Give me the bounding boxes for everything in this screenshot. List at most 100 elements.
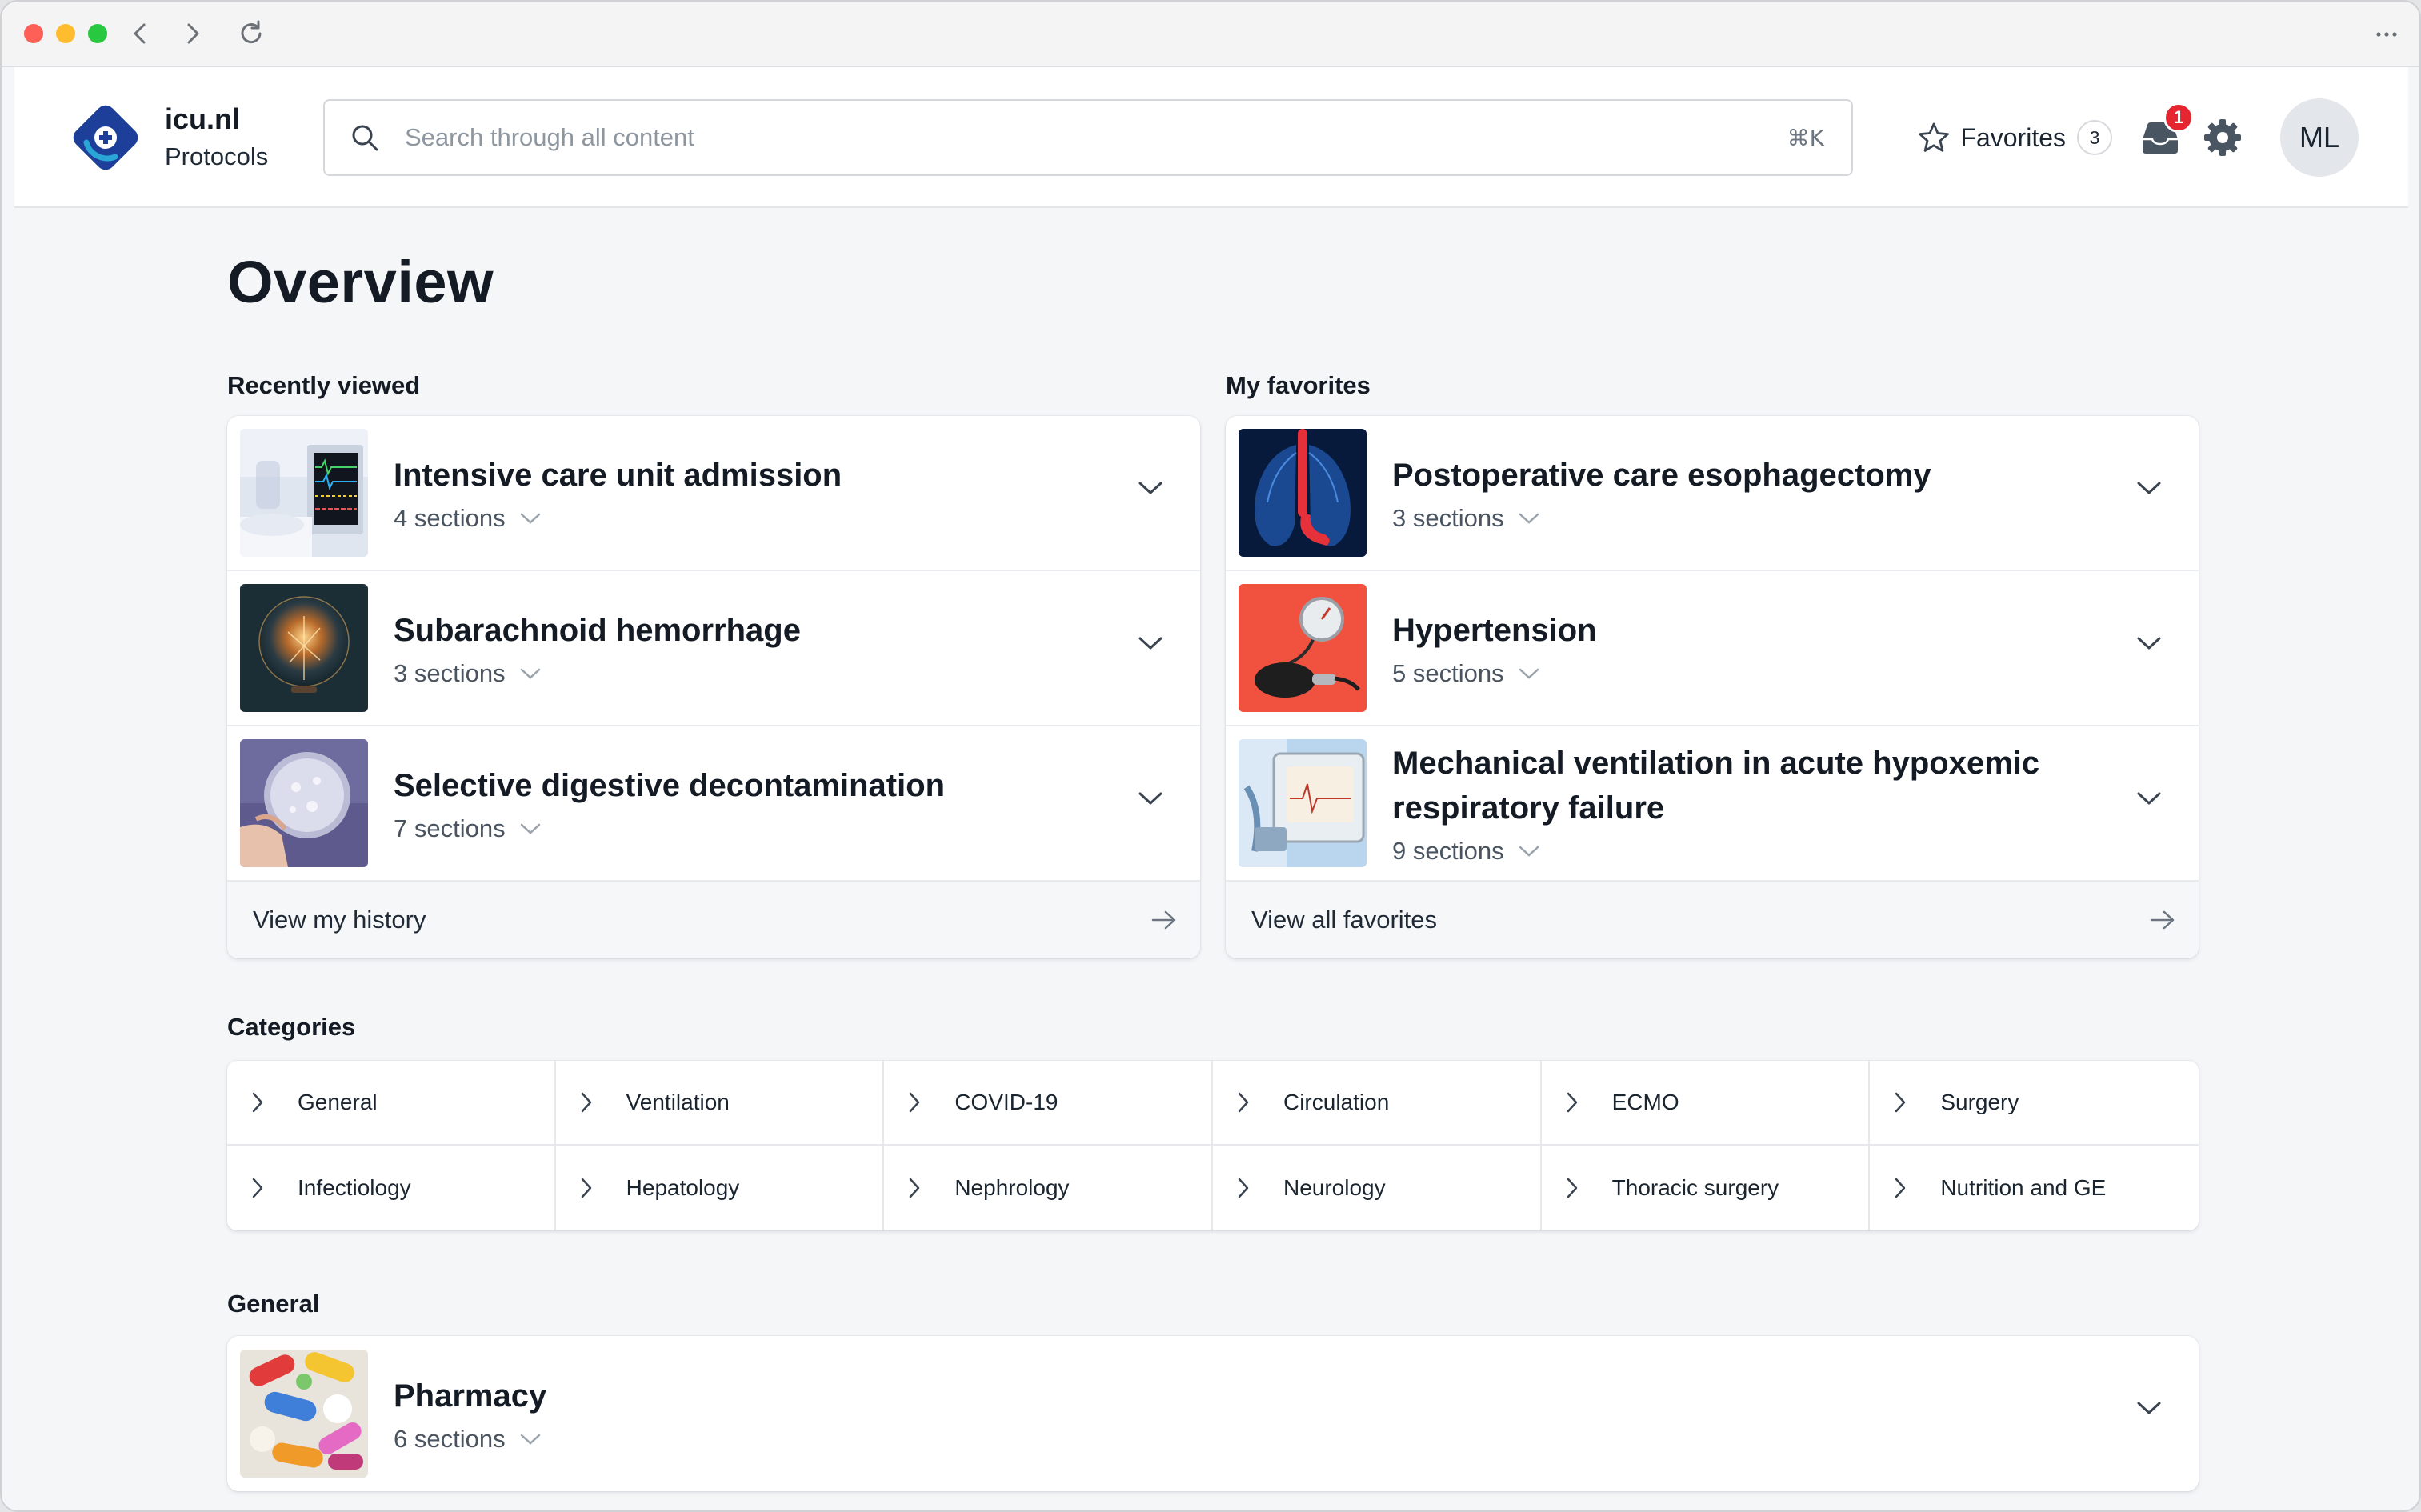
protocol-sections[interactable]: 3 sections <box>394 659 801 688</box>
chevron-down-icon <box>1519 513 1539 524</box>
favorites-count-badge: 3 <box>2077 120 2112 155</box>
section-heading: Recently viewed <box>227 371 421 399</box>
protocol-sections[interactable]: 6 sections <box>394 1425 546 1454</box>
favorites-section: My favorites Postoperative care esophage… <box>1226 371 2199 958</box>
expand-chevron-icon[interactable] <box>2136 790 2162 806</box>
category-infectiology[interactable]: Infectiology <box>227 1146 556 1230</box>
protocol-sections[interactable]: 3 sections <box>1392 504 1931 533</box>
expand-chevron-icon[interactable] <box>1138 790 1163 806</box>
icu-monitor-image <box>240 429 368 557</box>
protocol-thumbnail <box>1239 429 1367 557</box>
browser-window: icu.nl Protocols ⌘K Favorites 3 1 <box>0 0 2421 1512</box>
recently-viewed-section: Recently viewed Intensive care unit admi… <box>227 371 1200 958</box>
expand-chevron-icon[interactable] <box>1138 635 1163 651</box>
protocol-thumbnail <box>1239 739 1367 867</box>
category-neurology[interactable]: Neurology <box>1213 1146 1542 1230</box>
protocol-thumbnail <box>1239 584 1367 712</box>
protocol-sections[interactable]: 4 sections <box>394 504 842 533</box>
protocol-thumbnail <box>240 429 368 557</box>
protocol-sections[interactable]: 5 sections <box>1392 659 1597 688</box>
protocol-item[interactable]: Mechanical ventilation in acute hypoxemi… <box>1226 726 2199 882</box>
category-label: Infectiology <box>298 1175 411 1200</box>
protocol-item[interactable]: Selective digestive decontamination 7 se… <box>227 726 1200 882</box>
chevron-down-icon <box>520 513 540 524</box>
window-controls <box>24 24 107 43</box>
category-ecmo[interactable]: ECMO <box>1541 1061 1871 1146</box>
protocol-title: Hypertension <box>1392 613 1597 648</box>
category-surgery[interactable]: Surgery <box>1870 1061 2199 1146</box>
category-label: Nephrology <box>954 1175 1070 1200</box>
page-title: Overview <box>227 249 494 315</box>
search-shortcut-hint: ⌘K <box>1787 124 1824 151</box>
view-favorites-label: View all favorites <box>1251 906 1438 934</box>
view-history-link[interactable]: View my history <box>227 882 1200 958</box>
protocol-item[interactable]: Pharmacy 6 sections <box>227 1336 2199 1491</box>
chevron-right-icon <box>1567 1092 1577 1113</box>
chevron-right-icon <box>1895 1178 1906 1198</box>
favorites-button[interactable]: Favorites 3 <box>1917 120 2112 155</box>
protocol-item[interactable]: Hypertension 5 sections <box>1226 571 2199 726</box>
chevron-down-icon <box>520 1434 540 1445</box>
category-label: Neurology <box>1283 1175 1386 1200</box>
reload-icon[interactable] <box>237 19 266 48</box>
category-general[interactable]: General <box>227 1061 556 1146</box>
chevron-right-icon <box>581 1178 591 1198</box>
browser-toolbar <box>2 2 2419 67</box>
category-ventilation[interactable]: Ventilation <box>555 1061 885 1146</box>
view-favorites-link[interactable]: View all favorites <box>1226 882 2199 958</box>
category-circulation[interactable]: Circulation <box>1212 1061 1542 1146</box>
protocol-thumbnail <box>240 1350 368 1478</box>
expand-chevron-icon[interactable] <box>2136 635 2162 651</box>
chevron-right-icon <box>581 1092 591 1113</box>
search-icon <box>352 125 378 151</box>
minimize-window-button[interactable] <box>56 24 75 43</box>
chevron-right-icon <box>252 1092 263 1113</box>
view-history-label: View my history <box>253 906 426 934</box>
protocol-item[interactable]: Subarachnoid hemorrhage 3 sections <box>227 571 1200 726</box>
category-label: Circulation <box>1283 1090 1390 1114</box>
section-heading: Categories <box>227 1013 356 1041</box>
expand-chevron-icon[interactable] <box>1138 480 1163 496</box>
back-icon[interactable] <box>131 22 149 46</box>
chevron-down-icon <box>1519 668 1539 679</box>
forward-icon[interactable] <box>184 22 202 46</box>
section-heading: My favorites <box>1226 371 1371 399</box>
pills-image <box>240 1350 368 1478</box>
protocol-sections[interactable]: 7 sections <box>394 814 945 843</box>
category-label: General <box>298 1090 378 1114</box>
protocol-thumbnail <box>240 739 368 867</box>
category-thoracic-surgery[interactable]: Thoracic surgery <box>1542 1146 1871 1230</box>
inbox-button[interactable]: 1 <box>2138 102 2194 160</box>
search-input[interactable] <box>405 123 1787 152</box>
protocol-item[interactable]: Intensive care unit admission 4 sections <box>227 416 1200 571</box>
protocol-sections[interactable]: 9 sections <box>1392 837 2080 866</box>
protocol-title: Postoperative care esophagectomy <box>1392 458 1931 493</box>
user-avatar[interactable]: ML <box>2280 98 2359 177</box>
search-bar[interactable]: ⌘K <box>323 99 1853 176</box>
protocol-thumbnail <box>240 584 368 712</box>
category-nephrology[interactable]: Nephrology <box>884 1146 1213 1230</box>
lungs-xray-image <box>1239 429 1367 557</box>
favorites-card: Postoperative care esophagectomy 3 secti… <box>1226 416 2199 958</box>
category-label: COVID-19 <box>954 1090 1058 1114</box>
brand-name: icu.nl <box>165 102 241 135</box>
category-hepatology[interactable]: Hepatology <box>556 1146 885 1230</box>
chevron-right-icon <box>1567 1178 1577 1198</box>
more-options-icon[interactable] <box>2375 22 2399 46</box>
brand[interactable]: icu.nl Protocols <box>66 98 268 178</box>
category-nutrition-and-ge[interactable]: Nutrition and GE <box>1870 1146 2199 1230</box>
section-heading: General <box>227 1290 320 1318</box>
gear-icon[interactable] <box>2202 117 2243 158</box>
expand-chevron-icon[interactable] <box>2136 480 2162 496</box>
category-covid-19[interactable]: COVID-19 <box>884 1061 1213 1146</box>
main-content: Overview Recently viewed Intensive care … <box>227 208 2199 1491</box>
expand-chevron-icon[interactable] <box>2136 1400 2162 1416</box>
browser-nav <box>131 19 266 48</box>
maximize-window-button[interactable] <box>88 24 107 43</box>
brain-lights-image <box>240 584 368 712</box>
notification-badge: 1 <box>2163 102 2194 133</box>
close-window-button[interactable] <box>24 24 43 43</box>
protocol-item[interactable]: Postoperative care esophagectomy 3 secti… <box>1226 416 2199 571</box>
chevron-right-icon <box>252 1178 263 1198</box>
chevron-right-icon <box>910 1178 920 1198</box>
